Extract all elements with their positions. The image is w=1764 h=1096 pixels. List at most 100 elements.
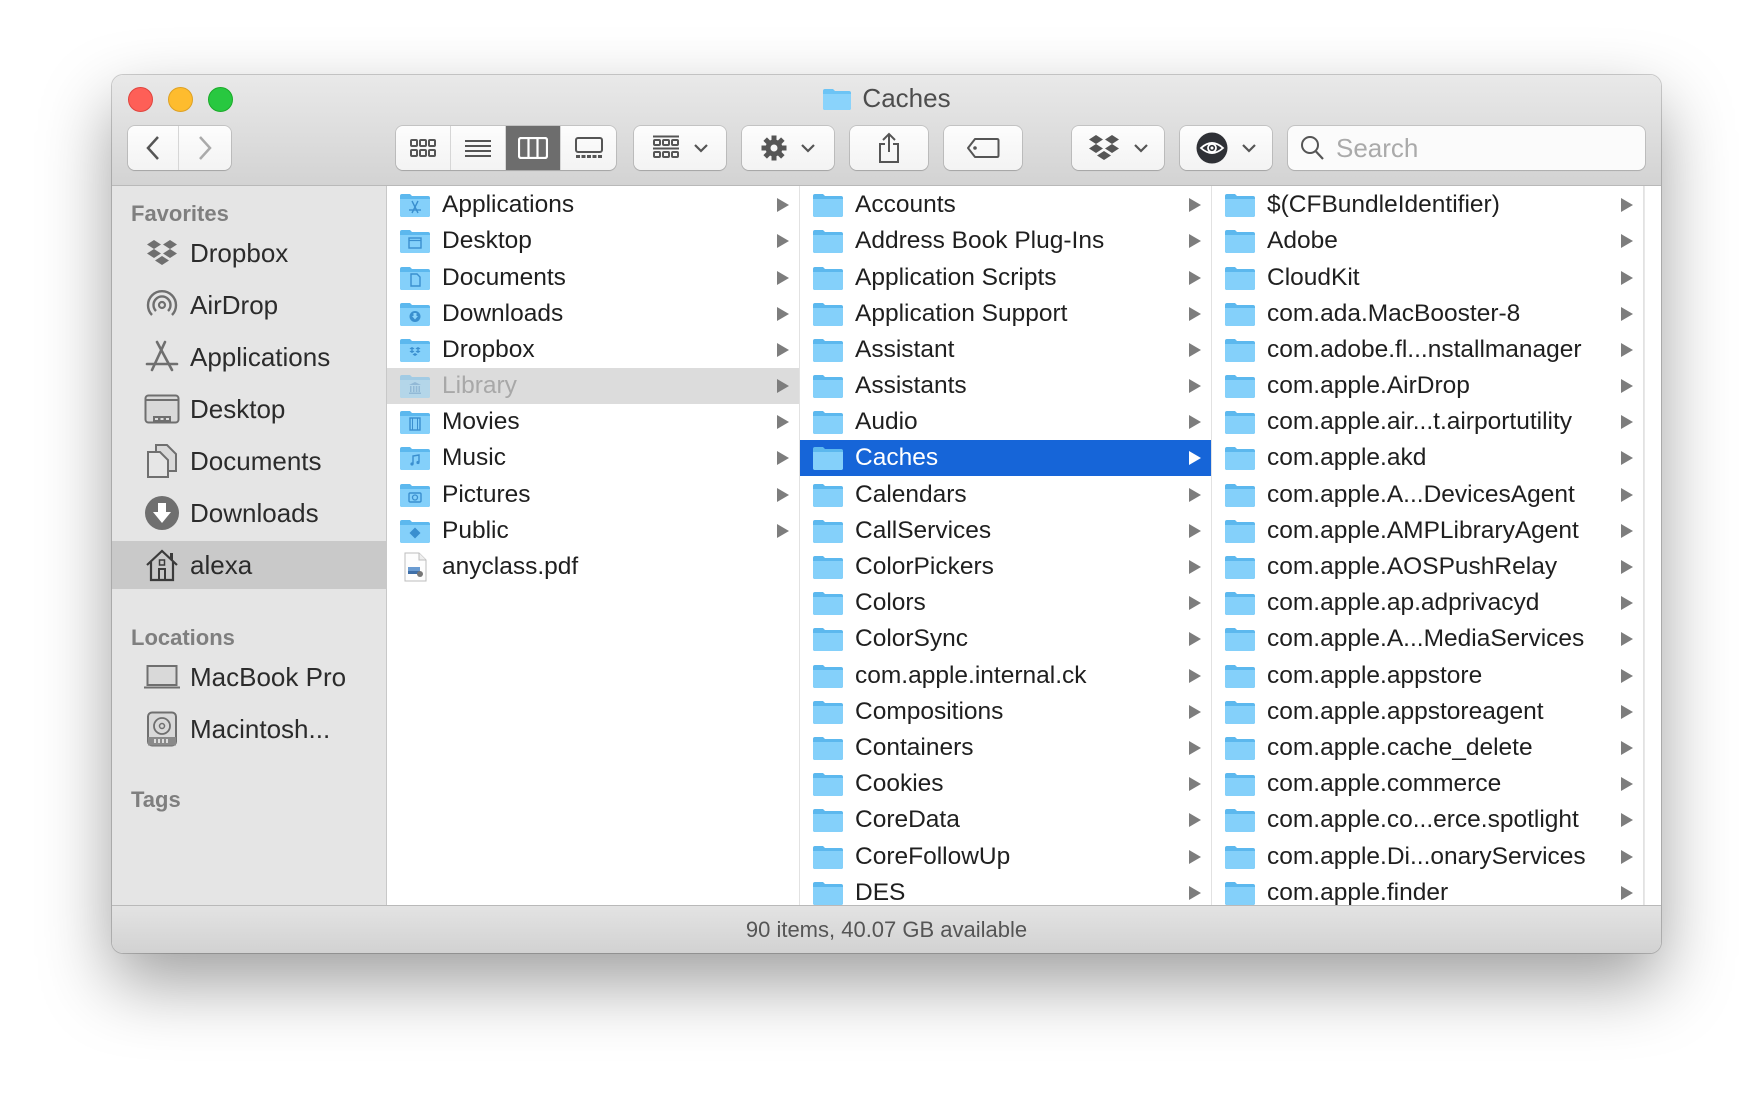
folder-row[interactable]: Compositions <box>800 694 1211 730</box>
sidebar-item-alexa[interactable]: alexa <box>112 541 386 589</box>
folder-row[interactable]: Pictures <box>387 477 799 513</box>
item-label: com.apple.finder <box>1267 878 1449 906</box>
folder-row[interactable]: com.apple.AirDrop <box>1212 368 1643 404</box>
folder-icon <box>1224 590 1256 616</box>
folder-row[interactable]: Colors <box>800 585 1211 621</box>
folder-row[interactable]: Desktop <box>387 223 799 259</box>
folder-row[interactable]: com.adobe.fl...nstallmanager <box>1212 332 1643 368</box>
disclosure-arrow-icon <box>1621 415 1633 430</box>
folder-row[interactable]: com.apple.co...erce.spotlight <box>1212 802 1643 838</box>
folder-row[interactable]: $(CFBundleIdentifier) <box>1212 187 1643 223</box>
folder-row[interactable]: com.apple.akd <box>1212 440 1643 476</box>
folder-row[interactable]: com.apple.internal.ck <box>800 658 1211 694</box>
icon-view-button[interactable] <box>396 126 451 170</box>
folder-row[interactable]: ColorPickers <box>800 549 1211 585</box>
folder-row[interactable]: Adobe <box>1212 223 1643 259</box>
sidebar-item-dropbox[interactable]: Dropbox <box>112 229 386 277</box>
folder-row[interactable]: com.apple.AMPLibraryAgent <box>1212 513 1643 549</box>
folder-row[interactable]: Documents <box>387 260 799 296</box>
share-button[interactable] <box>850 126 928 170</box>
disclosure-arrow-icon <box>1621 668 1633 683</box>
sidebar-item-applications[interactable]: Applications <box>112 333 386 381</box>
forward-button[interactable] <box>179 126 231 170</box>
dropbox-menu[interactable] <box>1072 126 1164 170</box>
folder-row[interactable]: Applications <box>387 187 799 223</box>
disclosure-arrow-icon <box>1621 451 1633 466</box>
folder-row[interactable]: com.apple.AOSPushRelay <box>1212 549 1643 585</box>
search-field[interactable] <box>1288 126 1645 170</box>
movies-folder-icon <box>399 409 431 435</box>
finder-window: Caches Search Favorites Dropbox AirDrop … <box>112 75 1661 953</box>
folder-row[interactable]: CoreData <box>800 802 1211 838</box>
search-input[interactable] <box>1334 131 1628 165</box>
folder-row[interactable]: CallServices <box>800 513 1211 549</box>
folder-row[interactable]: Application Scripts <box>800 260 1211 296</box>
folder-row[interactable]: CoreFollowUp <box>800 839 1211 875</box>
folder-row[interactable]: Address Book Plug-Ins <box>800 223 1211 259</box>
folder-row[interactable]: Accounts <box>800 187 1211 223</box>
item-label: DES <box>855 878 906 906</box>
sidebar-item-macintosh-hd[interactable]: Macintosh... <box>112 705 386 753</box>
sidebar-item-downloads[interactable]: Downloads <box>112 489 386 537</box>
disclosure-arrow-icon <box>1621 741 1633 755</box>
folder-row[interactable]: com.apple.A...DevicesAgent <box>1212 477 1643 513</box>
folder-row[interactable]: com.apple.Di...onaryServices <box>1212 839 1643 875</box>
folder-row[interactable]: com.apple.cache_delete <box>1212 730 1643 766</box>
disclosure-arrow-icon <box>1189 234 1201 249</box>
disclosure-arrow-icon <box>777 306 789 321</box>
folder-row[interactable]: com.apple.appstoreagent <box>1212 694 1643 730</box>
folder-row[interactable]: com.apple.A...MediaServices <box>1212 621 1643 657</box>
sidebar-item-desktop[interactable]: Desktop <box>112 385 386 433</box>
item-label: $(CFBundleIdentifier) <box>1267 191 1500 219</box>
group-by-menu[interactable] <box>634 126 726 170</box>
gallery-view-button[interactable] <box>561 126 616 170</box>
eye-extension-menu[interactable] <box>1180 126 1272 170</box>
downloads-icon <box>144 496 180 530</box>
folder-row[interactable]: ColorSync <box>800 621 1211 657</box>
disclosure-arrow-icon <box>777 451 789 466</box>
folder-row[interactable]: com.ada.MacBooster-8 <box>1212 296 1643 332</box>
action-menu[interactable] <box>742 126 834 170</box>
item-label: Documents <box>442 263 566 291</box>
folder-row[interactable]: Cookies <box>800 766 1211 802</box>
folder-row[interactable]: Assistant <box>800 332 1211 368</box>
folder-row[interactable]: Downloads <box>387 296 799 332</box>
folder-row[interactable]: Caches <box>800 440 1211 477</box>
item-label: Movies <box>442 408 520 436</box>
disclosure-arrow-icon <box>1621 198 1633 213</box>
folder-row[interactable]: Public <box>387 513 799 549</box>
folder-row[interactable]: Library <box>387 368 799 405</box>
folder-icon <box>812 337 844 363</box>
folder-row[interactable]: Movies <box>387 404 799 440</box>
disclosure-arrow-icon <box>777 415 789 430</box>
item-label: com.apple.commerce <box>1267 770 1502 798</box>
sidebar-item-macbook-pro[interactable]: MacBook Pro <box>112 653 386 701</box>
folder-row[interactable]: com.apple.air...t.airportutility <box>1212 404 1643 440</box>
folder-row[interactable]: com.apple.appstore <box>1212 658 1643 694</box>
folder-row[interactable]: Audio <box>800 404 1211 440</box>
folder-row[interactable]: Music <box>387 440 799 476</box>
folder-row[interactable]: Dropbox <box>387 332 799 368</box>
disclosure-arrow-icon <box>1189 632 1201 647</box>
folder-row[interactable]: Containers <box>800 730 1211 766</box>
column-scroll-area[interactable] <box>1644 186 1661 905</box>
music-folder-icon <box>399 445 431 471</box>
list-view-button[interactable] <box>451 126 506 170</box>
file-row[interactable]: anyclass.pdf <box>387 549 799 585</box>
icon-view-icon <box>410 139 436 157</box>
folder-row[interactable]: Calendars <box>800 477 1211 513</box>
desktop-folder-icon <box>399 228 431 254</box>
folder-row[interactable]: Assistants <box>800 368 1211 404</box>
sidebar-item-airdrop[interactable]: AirDrop <box>112 281 386 329</box>
folder-row[interactable]: CloudKit <box>1212 260 1643 296</box>
column-view-button[interactable] <box>506 126 561 170</box>
folder-row[interactable]: com.apple.commerce <box>1212 766 1643 802</box>
folder-row[interactable]: com.apple.ap.adprivacyd <box>1212 585 1643 621</box>
edit-tags-button[interactable] <box>944 126 1022 170</box>
folder-row[interactable]: Application Support <box>800 296 1211 332</box>
sidebar-section-favorites: Favorites <box>131 201 229 226</box>
sidebar-item-documents[interactable]: Documents <box>112 437 386 485</box>
back-button[interactable] <box>128 126 179 170</box>
disclosure-arrow-icon <box>1621 234 1633 249</box>
item-label: Public <box>442 516 509 544</box>
